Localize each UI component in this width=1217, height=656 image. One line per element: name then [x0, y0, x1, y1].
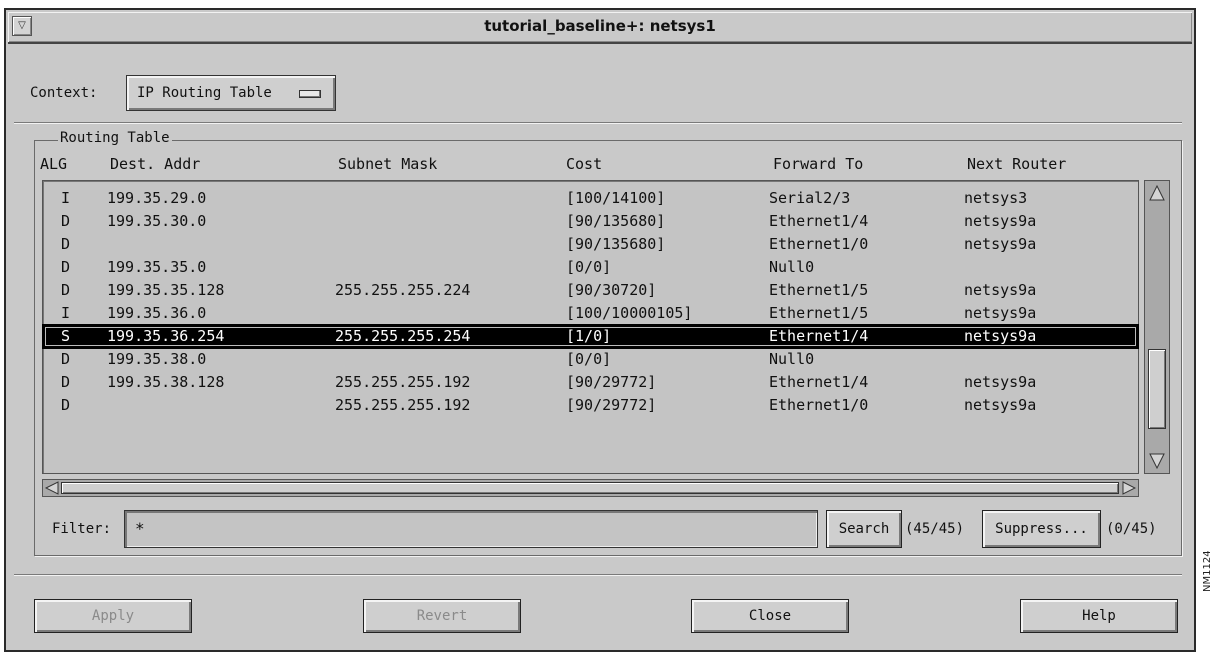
figure-id-label: NM1124: [1202, 550, 1213, 592]
table-row[interactable]: D 199.35.30.0 [90/135680] Ethernet1/4 netsys…: [43, 210, 1138, 233]
title-bar: ▽ tutorial_baseline+: netsys1: [8, 12, 1192, 44]
routing-table-list[interactable]: I 199.35.29.0 [100/14100] Serial2/3 netsys3 D…: [42, 180, 1139, 474]
cell-cost: [90/135680]: [566, 212, 666, 230]
help-button[interactable]: Help: [1020, 599, 1178, 633]
scroll-left-arrow-icon[interactable]: [45, 481, 59, 495]
cell-dest-addr: 199.35.38.0: [107, 350, 207, 368]
column-header-next-router[interactable]: Next Router: [967, 155, 1066, 173]
cell-cost: [90/135680]: [566, 235, 666, 253]
column-header-cost[interactable]: Cost: [566, 155, 602, 173]
cell-alg: D: [61, 235, 71, 253]
cell-dest-addr: 199.35.36.254: [107, 327, 225, 345]
suppress-button[interactable]: Suppress...: [982, 510, 1101, 548]
context-value: IP Routing Table: [137, 85, 272, 101]
window-title: tutorial_baseline+: netsys1: [484, 17, 716, 35]
vertical-scroll-thumb[interactable]: [1148, 349, 1166, 429]
cell-forward-to: Ethernet1/0: [769, 396, 869, 414]
cell-cost: [90/29772]: [566, 396, 657, 414]
cell-alg: D: [61, 212, 71, 230]
separator: [14, 122, 1182, 124]
table-row[interactable]: D [90/135680] Ethernet1/0 netsys9a: [43, 233, 1138, 256]
column-header-forward-to[interactable]: Forward To: [773, 155, 863, 173]
context-option-menu[interactable]: IP Routing Table: [126, 75, 336, 111]
close-button[interactable]: Close: [691, 599, 849, 633]
cell-dest-addr: 199.35.30.0: [107, 212, 207, 230]
cell-next-router: netsys9a: [964, 396, 1037, 414]
cell-alg: D: [61, 258, 71, 276]
cell-cost: [90/29772]: [566, 373, 657, 391]
search-count: (45/45): [905, 521, 965, 537]
cell-subnet-mask: 255.255.255.254: [335, 327, 471, 345]
cell-alg: I: [61, 189, 71, 207]
cell-forward-to: Ethernet1/4: [769, 373, 869, 391]
cell-dest-addr: 199.35.35.128: [107, 281, 225, 299]
suppress-count: (0/45): [1106, 521, 1157, 537]
table-row[interactable]: I 199.35.36.0 [100/10000105] Ethernet1/5 net…: [43, 302, 1138, 325]
cell-cost: [90/30720]: [566, 281, 657, 299]
cell-next-router: netsys9a: [964, 212, 1037, 230]
cell-next-router: netsys9a: [964, 304, 1037, 322]
cell-next-router: netsys9a: [964, 281, 1037, 299]
cell-next-router: netsys9a: [964, 235, 1037, 253]
filter-input[interactable]: *: [124, 510, 818, 548]
vertical-scrollbar[interactable]: [1144, 180, 1170, 474]
cell-next-router: netsys3: [964, 189, 1028, 207]
scroll-right-arrow-icon[interactable]: [1122, 481, 1136, 495]
cell-forward-to: Ethernet1/5: [769, 304, 869, 322]
table-row[interactable]: D 199.35.35.128 255.255.255.224 [90/30720] E…: [43, 279, 1138, 302]
search-button[interactable]: Search: [826, 510, 902, 548]
column-header-subnet-mask[interactable]: Subnet Mask: [338, 155, 437, 173]
cell-alg: S: [61, 327, 71, 345]
cell-forward-to: Serial2/3: [769, 189, 851, 207]
cell-dest-addr: 199.35.36.0: [107, 304, 207, 322]
table-row[interactable]: D 255.255.255.192 [90/29772] Ethernet1/0 net…: [43, 394, 1138, 417]
cell-alg: D: [61, 350, 71, 368]
cell-forward-to: Null0: [769, 258, 815, 276]
table-row[interactable]: D 199.35.38.128 255.255.255.192 [90/29772] E…: [43, 371, 1138, 394]
option-menu-indicator-icon: [299, 90, 321, 98]
cell-dest-addr: 199.35.35.0: [107, 258, 207, 276]
horizontal-scroll-thumb[interactable]: [61, 482, 1119, 494]
cell-subnet-mask: 255.255.255.224: [335, 281, 471, 299]
cell-alg: D: [61, 373, 71, 391]
scroll-down-arrow-icon[interactable]: [1149, 453, 1165, 469]
cell-alg: D: [61, 396, 71, 414]
separator: [14, 574, 1182, 576]
revert-button[interactable]: Revert: [363, 599, 521, 633]
cell-subnet-mask: 255.255.255.192: [335, 373, 471, 391]
horizontal-scrollbar[interactable]: [42, 479, 1139, 497]
context-label: Context:: [30, 85, 98, 101]
cell-forward-to: Ethernet1/4: [769, 212, 869, 230]
cell-alg: D: [61, 281, 71, 299]
routing-table-label: Routing Table: [58, 130, 172, 146]
table-row[interactable]: D 199.35.35.0 [0/0] Null0: [43, 256, 1138, 279]
scroll-up-arrow-icon[interactable]: [1149, 185, 1165, 201]
cell-cost: [100/10000105]: [566, 304, 693, 322]
cell-forward-to: Null0: [769, 350, 815, 368]
cell-alg: I: [61, 304, 71, 322]
table-row[interactable]: D 199.35.38.0 [0/0] Null0: [43, 348, 1138, 371]
column-header-alg[interactable]: ALG: [40, 155, 67, 173]
cell-subnet-mask: 255.255.255.192: [335, 396, 471, 414]
cell-forward-to: Ethernet1/0: [769, 235, 869, 253]
filter-label: Filter:: [52, 521, 112, 537]
apply-button[interactable]: Apply: [34, 599, 192, 633]
cell-next-router: netsys9a: [964, 327, 1037, 345]
column-header-dest-addr[interactable]: Dest. Addr: [110, 155, 200, 173]
cell-dest-addr: 199.35.29.0: [107, 189, 207, 207]
cell-cost: [1/0]: [566, 327, 612, 345]
cell-next-router: netsys9a: [964, 373, 1037, 391]
table-row[interactable]: I 199.35.29.0 [100/14100] Serial2/3 netsys3: [43, 187, 1138, 210]
cell-forward-to: Ethernet1/4: [769, 327, 869, 345]
cell-cost: [0/0]: [566, 350, 612, 368]
cell-cost: [0/0]: [566, 258, 612, 276]
cell-cost: [100/14100]: [566, 189, 666, 207]
cell-dest-addr: 199.35.38.128: [107, 373, 225, 391]
table-row-selected[interactable]: S 199.35.36.254 255.255.255.254 [1/0] Ethern…: [42, 324, 1139, 349]
cell-forward-to: Ethernet1/5: [769, 281, 869, 299]
